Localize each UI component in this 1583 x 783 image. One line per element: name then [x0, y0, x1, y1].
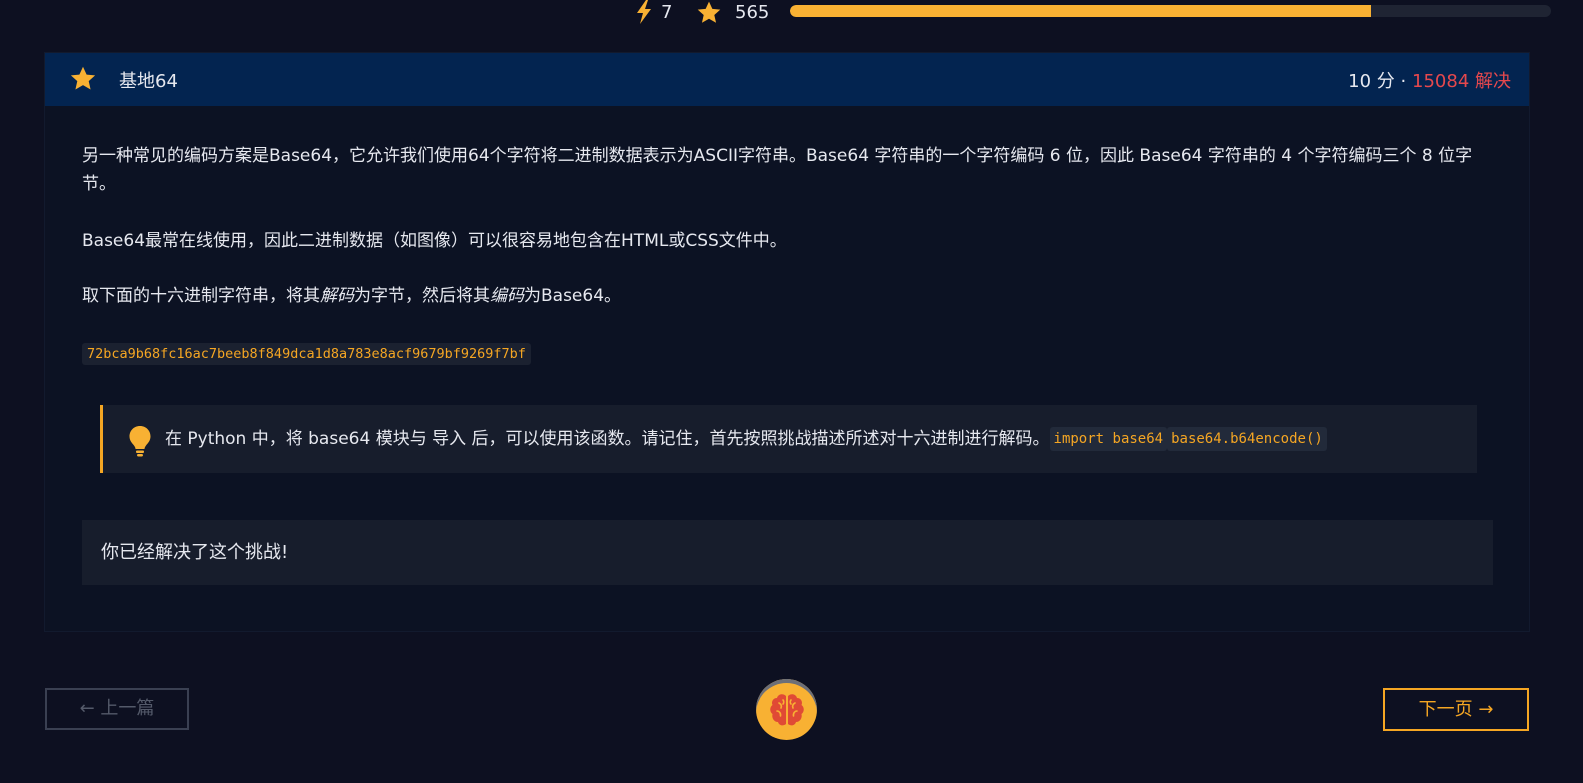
star-count: 565: [735, 2, 770, 23]
challenge-meta: 10 分 · 15084 解决: [1348, 67, 1511, 93]
challenge-card: 基地64 10 分 · 15084 解决 另一种常见的编码方案是Base64，它…: [45, 53, 1529, 631]
previous-button[interactable]: ← 上一篇: [45, 688, 189, 730]
top-status-bar: 7 565: [0, 0, 1583, 26]
progress-fill: [790, 5, 1372, 17]
hint-box: 在 Python 中，将 base64 模块与 导入 后，可以使用该函数。请记住…: [100, 405, 1477, 473]
star-icon: [70, 66, 96, 90]
description-paragraph-2: Base64最常在线使用，因此二进制数据（如图像）可以很容易地包含在HTML或C…: [82, 231, 787, 251]
p3-text-a: 取下面的十六进制字符串，将其: [82, 286, 320, 306]
progress-bar: [790, 5, 1551, 17]
p3-encode: 编码: [490, 286, 524, 306]
solved-message: 你已经解决了这个挑战!: [101, 542, 289, 563]
challenge-solves: 15084 解决: [1412, 71, 1511, 92]
meta-separator: ·: [1400, 71, 1407, 92]
p3-text-b: 为字节，然后将其: [354, 286, 490, 306]
hint-text: 在 Python 中，将 base64 模块与 导入 后，可以使用该函数。请记住…: [165, 425, 1327, 453]
solved-banner: 你已经解决了这个挑战!: [82, 520, 1493, 585]
bolt-count: 7: [661, 2, 673, 23]
hint-code-import: import base64: [1049, 427, 1168, 451]
lightbulb-icon: [129, 426, 151, 457]
brain-button[interactable]: [756, 679, 817, 740]
star-icon: [697, 1, 721, 23]
description-paragraph-1: 另一种常见的编码方案是Base64，它允许我们使用64个字符将二进制数据表示为A…: [82, 146, 1473, 194]
hex-string-code: 72bca9b68fc16ac7beeb8f849dca1d8a783e8acf…: [82, 343, 531, 365]
hint-sentence: 在 Python 中，将 base64 模块与 导入 后，可以使用该函数。请记住…: [165, 429, 1050, 449]
brain-icon: [770, 694, 804, 726]
p3-text-c: 为Base64。: [524, 286, 622, 306]
lightning-bolt-icon: [637, 0, 651, 24]
challenge-title: 基地64: [119, 71, 178, 92]
challenge-header[interactable]: 基地64 10 分 · 15084 解决: [45, 53, 1529, 106]
challenge-points: 10 分: [1348, 71, 1395, 92]
description-paragraph-3: 取下面的十六进制字符串，将其解码为字节，然后将其编码为Base64。: [82, 282, 1492, 310]
p3-decode: 解码: [320, 286, 354, 306]
next-button[interactable]: 下一页 →: [1383, 688, 1529, 731]
hint-code-function: base64.b64encode(): [1167, 427, 1327, 451]
